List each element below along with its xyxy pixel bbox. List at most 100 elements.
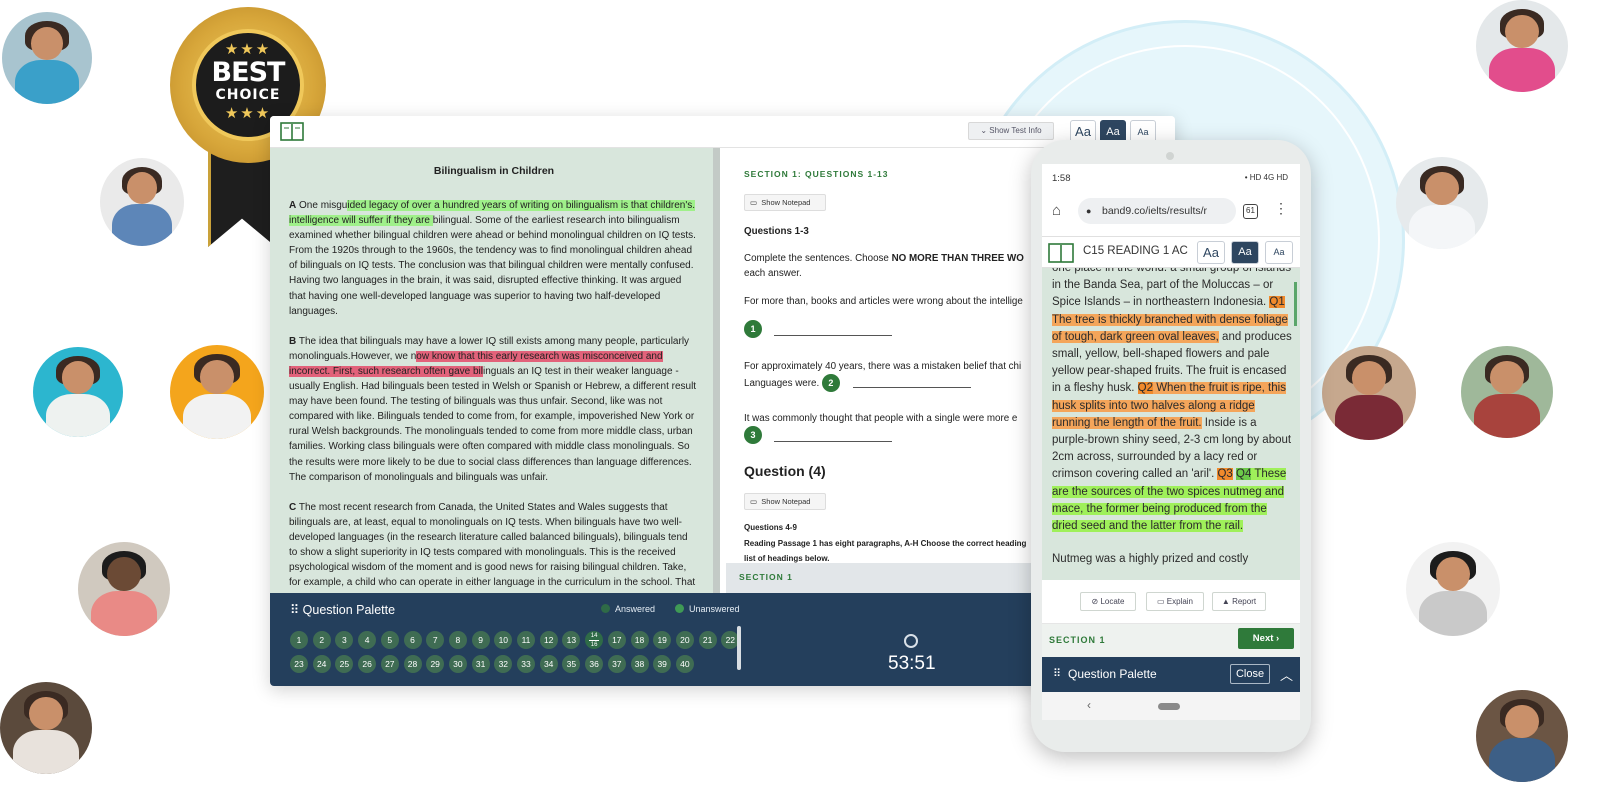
locate-button[interactable]: ⊘ Locate: [1080, 592, 1136, 611]
palette-question-number[interactable]: 7: [426, 631, 445, 649]
show-notepad-button[interactable]: ▭ Show Notepad: [744, 493, 826, 510]
palette-question-number[interactable]: 18: [630, 631, 649, 649]
show-test-info-button[interactable]: ⌄ Show Test Info: [968, 122, 1054, 140]
q1-label[interactable]: Q1: [1269, 296, 1285, 309]
section-bar: SECTION 1 Next ›: [1042, 624, 1300, 657]
question-2-label: Languages were.: [744, 378, 820, 389]
palette-question-number[interactable]: 23: [290, 655, 308, 673]
palette-question-number[interactable]: 3: [335, 631, 354, 649]
palette-question-number[interactable]: 5: [380, 631, 399, 649]
tool-bar: ⊘ Locate ▭ Explain ▲ Report: [1042, 580, 1300, 624]
palette-question-number[interactable]: 27: [380, 655, 399, 673]
palette-question-number[interactable]: 28: [403, 655, 422, 673]
palette-question-number[interactable]: 10: [494, 631, 513, 649]
q3-label[interactable]: Q3: [1217, 468, 1233, 481]
grid-icon: ⠿: [1053, 668, 1062, 680]
back-icon[interactable]: ‹: [1087, 698, 1091, 712]
palette-question-number[interactable]: 25: [335, 655, 354, 673]
palette-question-number[interactable]: 17: [607, 631, 626, 649]
phone-screen: 1:58 • HD 4G HD ⌂ ● band9.co/ielts/result…: [1042, 164, 1300, 720]
paragraph-letter: B: [289, 335, 297, 347]
palette-question-number[interactable]: 6: [403, 631, 422, 649]
palette-question-number[interactable]: 13: [562, 631, 581, 649]
q2-label[interactable]: Q2: [1137, 382, 1153, 395]
notepad-label: Show Notepad: [761, 497, 811, 506]
paragraph-text: The most recent research from Canada, th…: [289, 501, 696, 589]
paragraph-letter: C: [289, 501, 297, 513]
book-icon[interactable]: [280, 122, 304, 141]
home-pill[interactable]: [1158, 703, 1180, 710]
palette-question-number[interactable]: 11: [517, 631, 535, 649]
url-bar[interactable]: ● band9.co/ielts/results/r: [1078, 198, 1236, 224]
question-number[interactable]: 3: [744, 426, 762, 444]
instructions-bold: NO MORE THAN THREE WO: [891, 253, 1024, 264]
palette-question-number[interactable]: 33: [517, 655, 535, 673]
palette-question-number[interactable]: 21: [698, 631, 717, 649]
palette-question-number[interactable]: 19: [653, 631, 672, 649]
palette-question-number[interactable]: 24: [312, 655, 331, 673]
paragraph-text: bilingual. Some of the earliest research…: [289, 215, 696, 317]
passage-scrollbar[interactable]: [1294, 282, 1297, 326]
palette-question-number[interactable]: 37: [607, 655, 626, 673]
report-label: Report: [1232, 597, 1257, 606]
palette-question-number[interactable]: 32: [494, 655, 513, 673]
palette-question-number[interactable]: 12: [539, 631, 558, 649]
answer-blank-1[interactable]: [774, 335, 892, 336]
tab-count-icon[interactable]: 61: [1243, 204, 1258, 219]
close-button[interactable]: Close: [1230, 664, 1270, 684]
notepad-label: Show Notepad: [761, 198, 811, 207]
mobile-paragraph: one place in the world: a small group of…: [1052, 268, 1292, 535]
timer: 53:51: [888, 653, 936, 674]
url-text: band9.co/ielts/results/r: [1102, 205, 1208, 217]
report-button[interactable]: ▲ Report: [1212, 592, 1266, 611]
pane-resize-handle[interactable]: [713, 148, 720, 593]
palette-question-number[interactable]: 40: [675, 655, 694, 673]
palette-question-number[interactable]: 34: [539, 655, 558, 673]
page: { "badge": {"stars": "★★★", "line1": "BE…: [0, 0, 1600, 799]
palette-question-number[interactable]: 36: [585, 655, 604, 673]
badge-best-text: BEST: [211, 57, 286, 88]
badge-choice-text: CHOICE: [215, 87, 281, 103]
palette-question-number[interactable]: 35: [562, 655, 581, 673]
question-number[interactable]: 1: [744, 320, 762, 338]
next-label: Next: [1252, 633, 1274, 644]
palette-question-number[interactable]: 2: [312, 631, 331, 649]
palette-question-number[interactable]: 38: [630, 655, 649, 673]
palette-question-number[interactable]: 4: [358, 631, 377, 649]
home-icon[interactable]: ⌂: [1052, 202, 1061, 219]
book-icon[interactable]: [1048, 243, 1074, 263]
answer-blank-2[interactable]: [853, 387, 971, 388]
app-title: C15 READING 1 AC: [1083, 245, 1188, 257]
show-notepad-button[interactable]: ▭ Show Notepad: [744, 194, 826, 211]
palette-question-number[interactable]: 39: [653, 655, 672, 673]
chevron-up-icon[interactable]: ︿: [1280, 665, 1293, 684]
palette-question-number[interactable]: 29: [426, 655, 445, 673]
palette-question-number[interactable]: 14 16: [585, 631, 604, 649]
q4-label[interactable]: Q4: [1236, 468, 1252, 481]
font-large-button[interactable]: Aa: [1197, 241, 1225, 264]
passage-text: one place in the world: a small group of…: [1052, 268, 1292, 309]
palette-question-number[interactable]: 1: [290, 631, 308, 649]
student-avatar: [33, 347, 123, 437]
question-number[interactable]: 2: [821, 374, 840, 392]
palette-question-number[interactable]: 26: [358, 655, 377, 673]
palette-question-number[interactable]: 31: [471, 655, 490, 673]
font-medium-button[interactable]: Aa: [1231, 241, 1259, 264]
locate-label: Locate: [1100, 597, 1125, 606]
lock-icon: ●: [1086, 206, 1092, 216]
palette-question-number[interactable]: 30: [448, 655, 467, 673]
menu-icon[interactable]: ⋮: [1274, 200, 1288, 217]
palette-question-number[interactable]: 9: [471, 631, 490, 649]
explain-button[interactable]: ▭ Explain: [1146, 592, 1204, 611]
student-avatar: [78, 542, 170, 636]
android-nav-bar: ‹: [1042, 692, 1300, 720]
next-button[interactable]: Next ›: [1238, 628, 1294, 649]
palette-scrollbar[interactable]: [737, 626, 741, 670]
palette-question-number[interactable]: 20: [675, 631, 694, 649]
student-avatar: [170, 345, 264, 439]
answer-blank-3[interactable]: [774, 441, 892, 442]
phone-camera: [1166, 152, 1174, 160]
palette-question-number[interactable]: 8: [448, 631, 467, 649]
font-small-button[interactable]: Aa: [1265, 241, 1293, 264]
unanswered-dot: [675, 604, 684, 613]
